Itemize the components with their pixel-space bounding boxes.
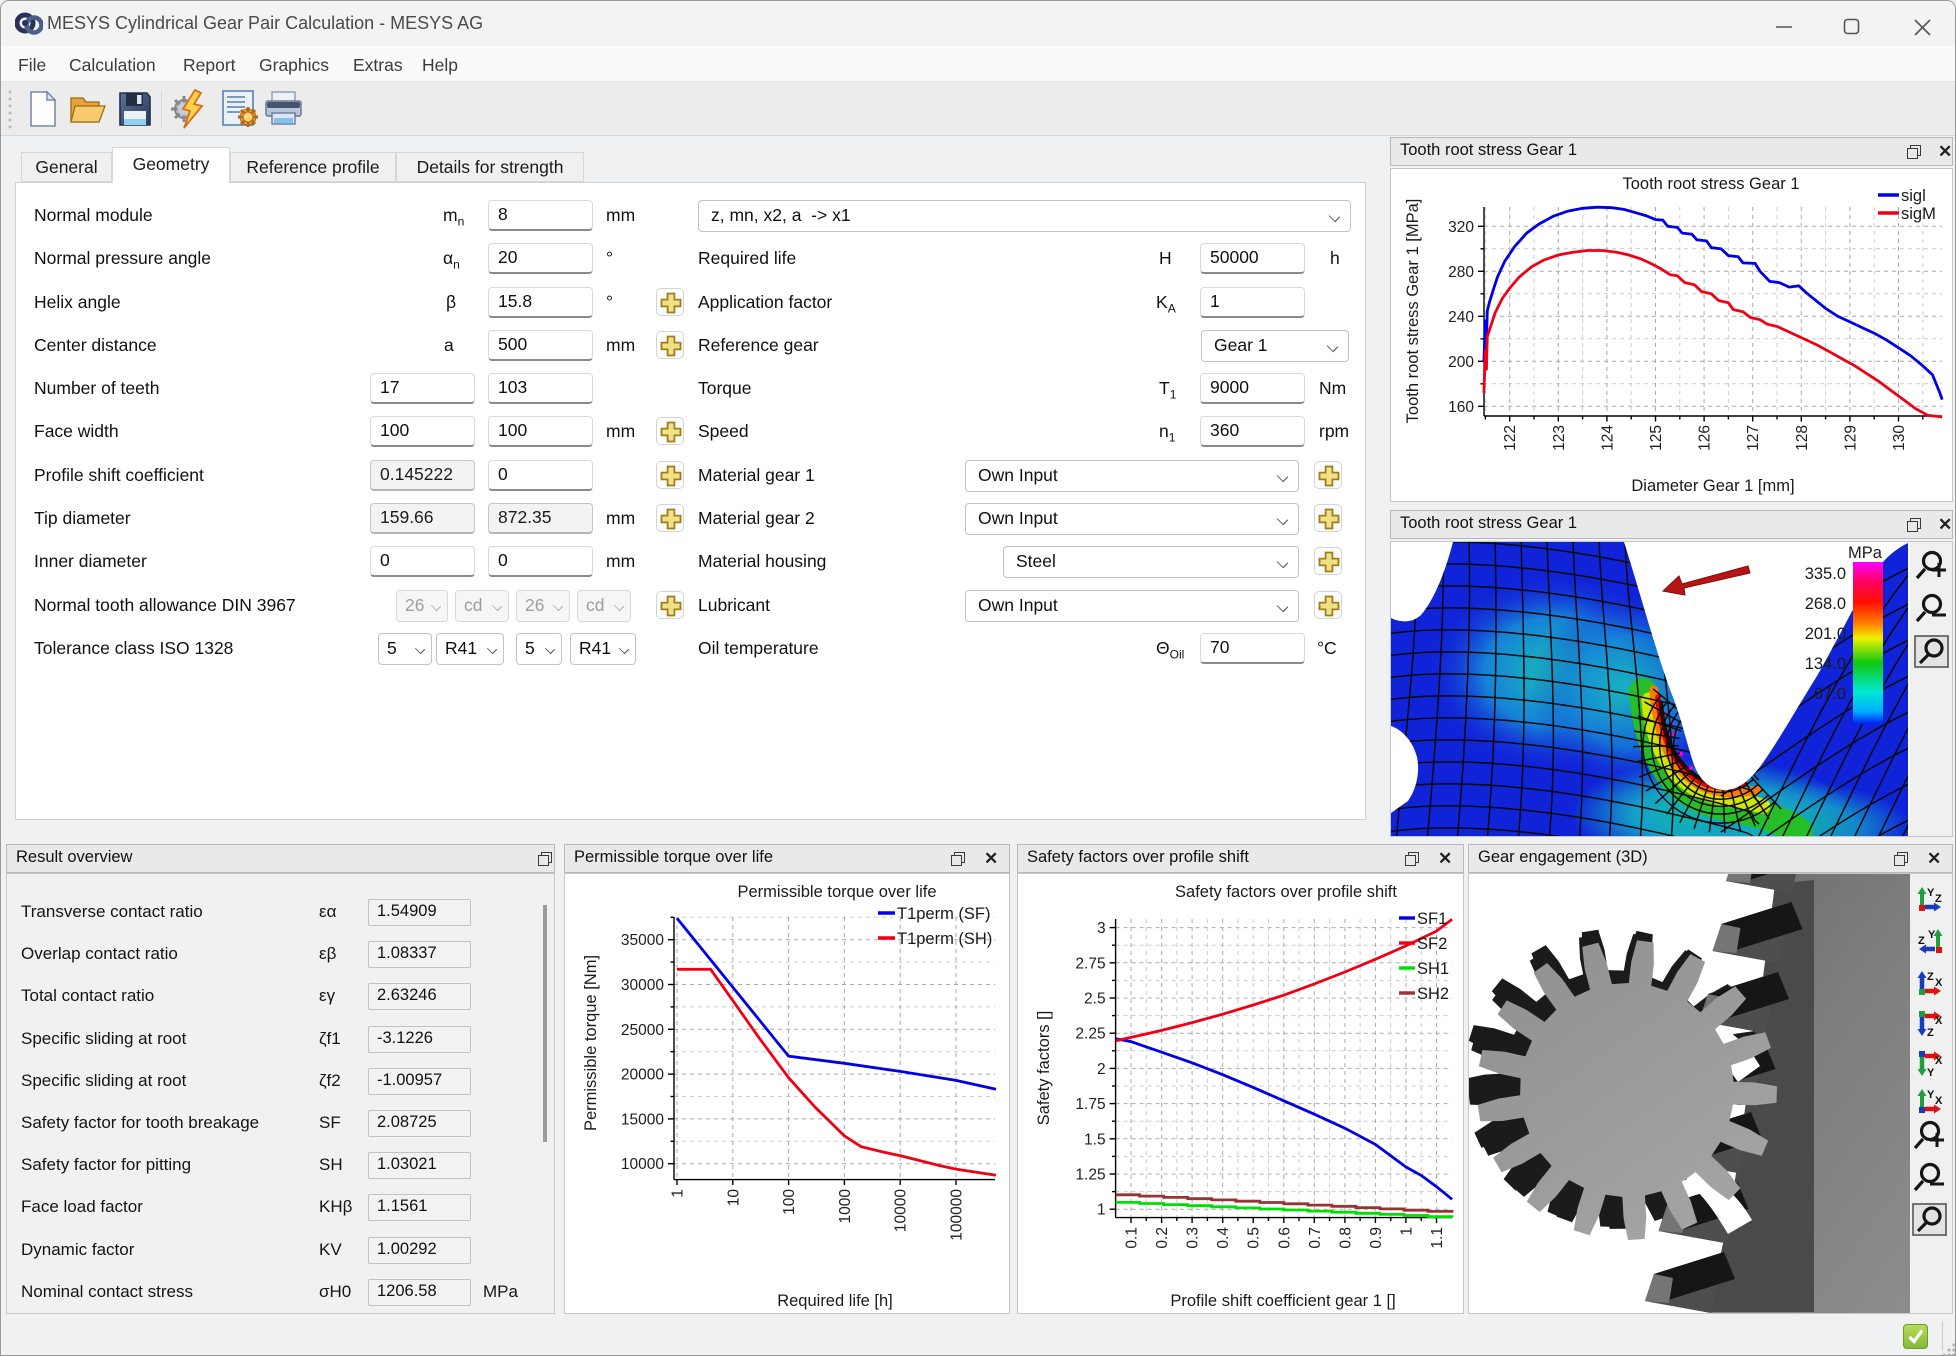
svg-text:Z: Z xyxy=(1927,1027,1934,1039)
svg-text:0.6: 0.6 xyxy=(1276,1227,1293,1249)
svg-text:15000: 15000 xyxy=(621,1111,664,1128)
svg-text:0.3: 0.3 xyxy=(1185,1227,1202,1249)
svg-text:1: 1 xyxy=(1398,1227,1415,1236)
svg-text:1.25: 1.25 xyxy=(1075,1167,1105,1184)
svg-text:Tooth root stress Gear 1: Tooth root stress Gear 1 xyxy=(1623,175,1800,193)
svg-text:X: X xyxy=(1935,1015,1943,1027)
svg-text:Safety factors over profile sh: Safety factors over profile shift xyxy=(1175,883,1397,901)
svg-text:123: 123 xyxy=(1551,425,1568,451)
svg-text:3: 3 xyxy=(1097,920,1106,937)
svg-text:1.5: 1.5 xyxy=(1084,1131,1106,1148)
svg-text:Z: Z xyxy=(1918,935,1925,947)
svg-text:10: 10 xyxy=(725,1189,742,1207)
svg-text:2: 2 xyxy=(1097,1061,1106,1078)
svg-text:127: 127 xyxy=(1745,425,1762,451)
svg-text:MPa: MPa xyxy=(1848,544,1883,562)
svg-text:T1perm (SF): T1perm (SF) xyxy=(897,905,991,923)
svg-text:sigM: sigM xyxy=(1901,205,1936,223)
svg-text:134.0: 134.0 xyxy=(1805,655,1846,673)
svg-text:160: 160 xyxy=(1448,399,1474,416)
svg-text:1.75: 1.75 xyxy=(1075,1096,1105,1113)
svg-text:2.5: 2.5 xyxy=(1084,991,1106,1008)
svg-text:125: 125 xyxy=(1648,425,1665,451)
svg-text:Z: Z xyxy=(1935,893,1942,905)
svg-text:129: 129 xyxy=(1842,425,1859,451)
svg-text:SH2: SH2 xyxy=(1417,985,1449,1003)
svg-text:SH1: SH1 xyxy=(1417,960,1449,978)
svg-text:280: 280 xyxy=(1448,264,1474,281)
svg-text:126: 126 xyxy=(1697,425,1714,451)
svg-text:25000: 25000 xyxy=(621,1022,664,1039)
svg-text:X: X xyxy=(1935,1055,1943,1067)
svg-text:1: 1 xyxy=(1097,1202,1106,1219)
svg-text:122: 122 xyxy=(1502,425,1519,451)
svg-text:1: 1 xyxy=(670,1189,687,1198)
svg-text:0.8: 0.8 xyxy=(1337,1227,1354,1249)
svg-text:200: 200 xyxy=(1448,354,1474,371)
svg-text:268.0: 268.0 xyxy=(1805,595,1846,613)
svg-text:130: 130 xyxy=(1891,425,1908,451)
svg-text:10000: 10000 xyxy=(621,1156,664,1173)
svg-text:2.75: 2.75 xyxy=(1075,955,1105,972)
svg-text:201.0: 201.0 xyxy=(1805,625,1846,643)
svg-text:Required life [h]: Required life [h] xyxy=(777,1292,893,1310)
svg-text:0.7: 0.7 xyxy=(1307,1227,1324,1249)
svg-text:SF2: SF2 xyxy=(1417,935,1447,953)
svg-text:1000: 1000 xyxy=(837,1189,854,1224)
svg-text:Permissible torque over life: Permissible torque over life xyxy=(738,883,937,901)
svg-text:sigl: sigl xyxy=(1901,187,1926,205)
svg-text:Diameter Gear 1 [mm]: Diameter Gear 1 [mm] xyxy=(1631,477,1794,495)
svg-text:SF1: SF1 xyxy=(1417,910,1447,928)
svg-text:240: 240 xyxy=(1448,309,1474,326)
svg-text:Z: Z xyxy=(1927,971,1934,983)
svg-text:0.9: 0.9 xyxy=(1368,1227,1385,1249)
svg-text:30000: 30000 xyxy=(621,977,664,994)
svg-text:128: 128 xyxy=(1794,425,1811,451)
svg-text:T1perm (SH): T1perm (SH) xyxy=(897,930,992,948)
svg-text:Y: Y xyxy=(1927,1089,1935,1101)
svg-text:X: X xyxy=(1935,1095,1943,1107)
svg-text:Profile shift coefficient gear: Profile shift coefficient gear 1 [] xyxy=(1170,1292,1395,1310)
svg-text:Permissible torque [Nm]: Permissible torque [Nm] xyxy=(582,955,600,1131)
svg-text:X: X xyxy=(1935,977,1943,989)
svg-text:124: 124 xyxy=(1599,425,1616,451)
svg-text:Y: Y xyxy=(1927,887,1935,899)
svg-text:Safety factors []: Safety factors [] xyxy=(1035,1011,1053,1126)
svg-text:335.0: 335.0 xyxy=(1805,565,1846,583)
svg-text:1.1: 1.1 xyxy=(1429,1227,1446,1249)
svg-text:67.0: 67.0 xyxy=(1814,685,1846,703)
svg-text:100000: 100000 xyxy=(949,1189,966,1241)
svg-text:10000: 10000 xyxy=(893,1189,910,1232)
svg-text:Y: Y xyxy=(1927,1067,1935,1079)
svg-text:35000: 35000 xyxy=(621,932,664,949)
svg-text:2.25: 2.25 xyxy=(1075,1026,1105,1043)
svg-text:20000: 20000 xyxy=(621,1067,664,1084)
svg-text:Y: Y xyxy=(1928,929,1936,941)
svg-text:100: 100 xyxy=(781,1189,798,1215)
svg-text:0.5: 0.5 xyxy=(1246,1227,1263,1249)
svg-text:Tooth root stress Gear 1 [MPa]: Tooth root stress Gear 1 [MPa] xyxy=(1404,199,1422,424)
svg-text:0.4: 0.4 xyxy=(1215,1227,1232,1249)
svg-text:320: 320 xyxy=(1448,219,1474,236)
svg-text:0.2: 0.2 xyxy=(1154,1227,1171,1249)
svg-text:0.1: 0.1 xyxy=(1124,1227,1141,1249)
